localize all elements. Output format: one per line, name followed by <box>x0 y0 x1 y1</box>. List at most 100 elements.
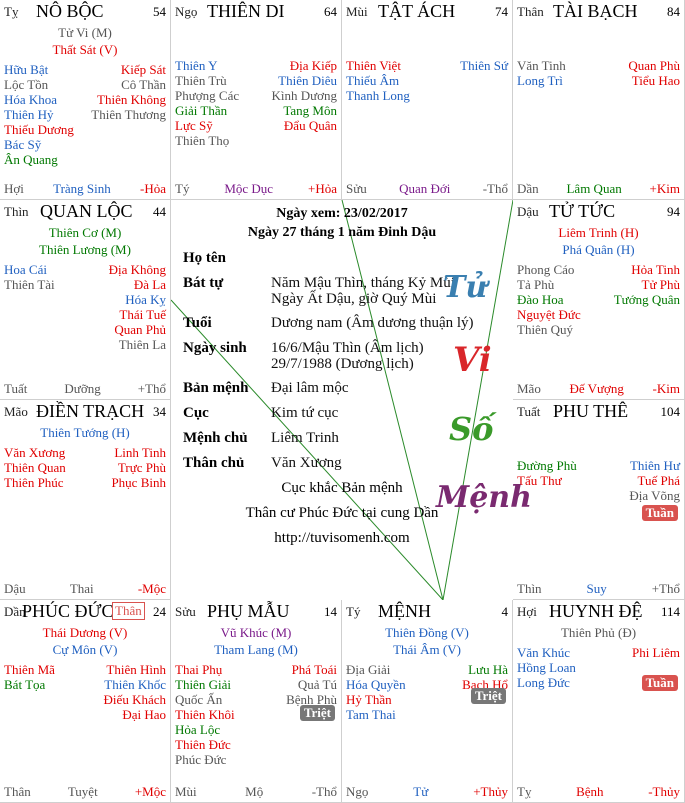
footer-element: -Hỏa <box>140 181 166 196</box>
star-right: Cô Thần <box>121 77 166 92</box>
main-stars: Thiên Cơ (M) Thiên Lương (M) <box>4 224 166 258</box>
palace-quan-loc[interactable]: Thìn QUAN LỘC 44 Thiên Cơ (M) Thiên Lương (M… <box>0 200 171 400</box>
palace-footer: Dần Lâm Quan +Kim <box>517 181 680 197</box>
palace-thien-di[interactable]: Ngọ THIÊN DI 64 Thiên Y Địa Kiếp Thiên Trù Thi… <box>171 0 342 200</box>
palace-dien-trach[interactable]: Mão ĐIỀN TRẠCH 34 Thiên Tướng (H) Văn Xương L… <box>0 400 171 600</box>
minor-stars: Hoa Cái Địa Không Thiên Tài Đà La Hóa Kỵ Thái… <box>4 262 166 352</box>
than-tag: Thân <box>112 602 145 620</box>
footer-stage: Bệnh <box>576 784 604 799</box>
palace-phu-mau[interactable]: Sửu PHỤ MẪU 14 Vũ Khúc (M) Tham Lang (M) Thai… <box>171 600 342 803</box>
minor-stars: Văn Tinh Quan Phù Long Trì Tiểu Hao <box>517 58 680 88</box>
palace-no-boc[interactable]: Tỵ NÔ BỘC 54 Tử Vi (M) Thất Sát (V) Hữu Bật Ki… <box>0 0 171 200</box>
star-left: Thiếu Dương <box>4 122 74 137</box>
palace-phu-the[interactable]: Tuất PHU THÊ 104 Đường Phù Thiên Hư Tấu Thư Tu… <box>513 400 685 600</box>
row-battu: Bát tự Năm Mậu Thìn, tháng Kỷ Mùi Ngày Ất … <box>183 275 455 307</box>
palace-phuc-duc[interactable]: Dần PHÚC ĐỨC Thân 24 Thái Dương (V) Cự Môn (V… <box>0 600 171 803</box>
star-left: Nguyệt Đức <box>517 307 581 322</box>
star-row: Hỏa Lộc <box>175 722 337 737</box>
star-right: Thiên Hư <box>629 458 680 473</box>
star-row: Thiếu Âm <box>346 73 508 88</box>
star-row: Thiên Mã Thiên Hình <box>4 662 166 677</box>
footer-branch: Tỵ <box>517 784 532 799</box>
palace-tat-ach[interactable]: Mùi TẬT ÁCH 74 Thiên Việt Thiên Sứ Thiếu Âm Th… <box>342 0 513 200</box>
star-left: Đường Phù <box>517 458 577 473</box>
star-right: Quả Tú <box>297 677 337 692</box>
star-row: Lực Sỹ Đẩu Quân <box>175 118 337 133</box>
star-row: Thiên Trù Thiên Diêu <box>175 73 337 88</box>
palace-tai-bach[interactable]: Thân TÀI BẠCH 84 Văn Tinh Quan Phù Long Trì Ti… <box>513 0 685 200</box>
star-row: Ân Quang <box>4 152 166 167</box>
footer-branch: Dần <box>517 181 539 196</box>
star-row: Đào Hoa Tướng Quân <box>517 292 680 307</box>
palace-branch: Tỵ <box>4 4 19 19</box>
palace-tu-tuc[interactable]: Dậu TỬ TỨC 94 Liêm Trinh (H) Phá Quân (H) Pho… <box>513 200 685 400</box>
minor-stars: Thiên Y Địa Kiếp Thiên Trù Thiên Diêu Phượng… <box>175 58 337 148</box>
star-left: Hữu Bật <box>4 62 49 77</box>
palace-footer: Dậu Thai -Mộc <box>4 581 166 597</box>
palace-number: 14 <box>324 604 337 619</box>
star-row: Thiên Đức <box>175 737 337 752</box>
logo-word-1: Tử <box>443 270 488 305</box>
star-left: Thiên Quý <box>517 322 573 337</box>
palace-title: TẬT ÁCH <box>378 1 456 21</box>
palace-number: 4 <box>501 604 509 619</box>
site-link[interactable]: http://tuvisomenh.com <box>171 530 513 547</box>
name-label: Họ tên <box>183 250 226 266</box>
star-right: Thiên Thương <box>91 107 166 122</box>
star-left: Hỷ Thần <box>346 692 392 707</box>
palace-title: TỬ TỨC <box>549 201 616 221</box>
star-right: Đà La <box>133 277 166 292</box>
star-right: Trực Phù <box>117 460 166 475</box>
footer-branch: Tý <box>175 181 190 196</box>
main-star: Cự Môn (V) <box>52 642 118 657</box>
palace-huynh-de[interactable]: Hợi HUYNH ĐỆ 114 Thiên Phủ (Đ) Văn Khúc Phi L… <box>513 600 685 803</box>
main-stars: Vũ Khúc (M) Tham Lang (M) <box>175 624 337 658</box>
palace-number: 64 <box>324 4 337 19</box>
star-row: Đại Hao <box>4 707 166 722</box>
star-row: Văn Xương Linh Tinh <box>4 445 166 460</box>
star-right: Kình Dương <box>271 88 337 103</box>
star-row: Thái Tuế <box>4 307 166 322</box>
palace-title: MỆNH <box>378 601 431 621</box>
main-star: Thiên Lương (M) <box>39 242 131 257</box>
birth-value-2: 29/7/1988 (Dương lịch) <box>271 356 414 372</box>
star-row: Thiên Quý <box>517 322 680 337</box>
age-label: Tuổi <box>183 315 212 331</box>
palace-branch: Dậu <box>517 204 539 219</box>
star-row: Tả Phù Tử Phù <box>517 277 680 292</box>
palace-number: 24 <box>153 604 166 619</box>
footer-element: +Mộc <box>134 784 166 799</box>
footer-element: -Thổ <box>311 784 337 799</box>
palace-number: 44 <box>153 204 166 219</box>
cuc-value: Kim tứ cục <box>271 405 339 421</box>
palace-branch: Hợi <box>517 604 537 619</box>
battu-label: Bát tự <box>183 275 224 291</box>
star-right: Thiên Khốc <box>104 677 166 692</box>
star-left: Văn Xương <box>4 445 66 460</box>
star-row: Thiên Hỷ Thiên Thương <box>4 107 166 122</box>
star-row: Thiên Tài Đà La <box>4 277 166 292</box>
footer-element: -Kim <box>652 381 680 396</box>
main-star: Tử Vi (M) <box>58 25 112 40</box>
star-row: Điếu Khách <box>4 692 166 707</box>
footer-stage: Dưỡng <box>64 381 101 396</box>
row-thanchu: Thân chủ Văn Xương <box>183 455 342 472</box>
palace-title: PHU THÊ <box>553 401 629 421</box>
row-name: Họ tên <box>183 250 271 267</box>
star-row: Tấu Thư Tuế Phá <box>517 473 680 488</box>
star-right: Tuế Phá <box>637 473 680 488</box>
star-right: Thiên Sứ <box>460 58 508 73</box>
footer-stage: Lâm Quan <box>566 181 622 196</box>
palace-branch: Ngọ <box>175 4 198 19</box>
palace-menh[interactable]: Tý MỆNH 4 Thiên Đồng (V) Thái Âm (V) Địa Giải… <box>342 600 513 803</box>
star-right: Tướng Quân <box>613 292 680 307</box>
star-left: Hỏa Lộc <box>175 722 221 737</box>
main-stars: Liêm Trinh (H) Phá Quân (H) <box>517 224 680 258</box>
palace-title: TÀI BẠCH <box>553 1 638 21</box>
star-row: Thiếu Dương <box>4 122 166 137</box>
row-age: Tuổi Dương nam (Âm dương thuận lý) <box>183 315 474 332</box>
palace-branch: Tý <box>346 604 361 619</box>
palace-title: PHÚC ĐỨC <box>22 601 114 621</box>
star-row: Văn Tinh Quan Phù <box>517 58 680 73</box>
main-star: Liêm Trinh (H) <box>558 225 639 240</box>
